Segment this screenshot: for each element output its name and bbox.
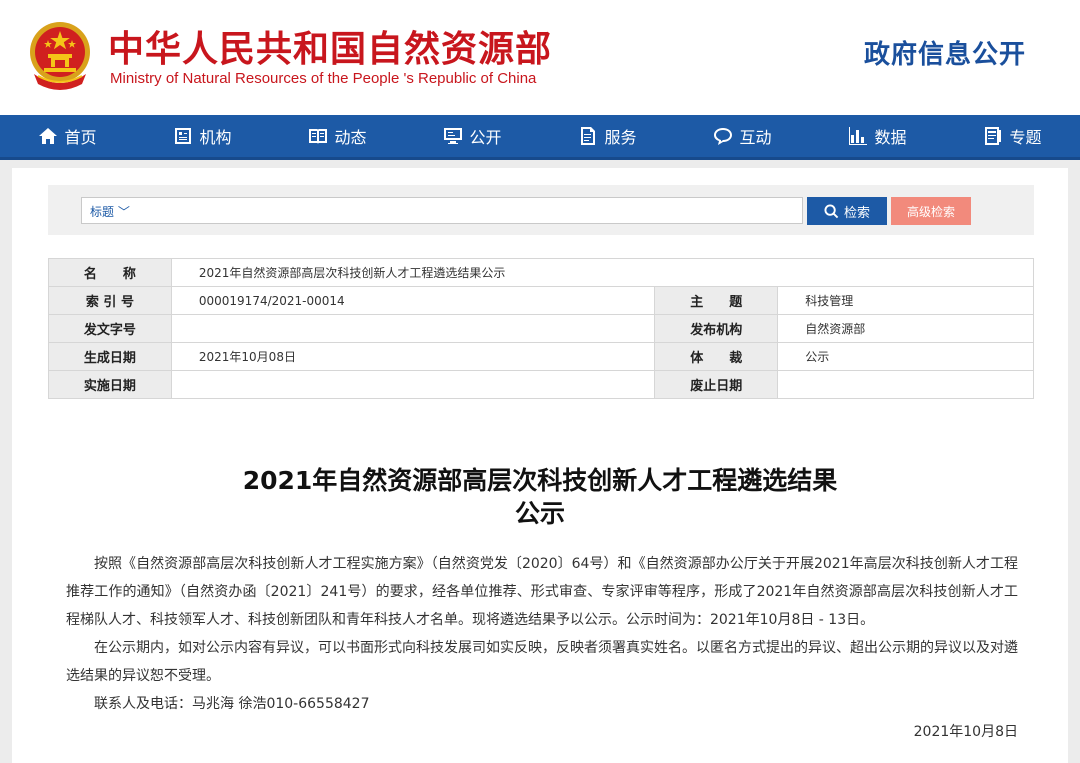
meta-label: 生成日期: [48, 342, 172, 371]
meta-label: 主 题: [654, 286, 779, 315]
table-row: 生成日期 2021年10月08日 体 裁 公示: [48, 342, 1034, 371]
nav-item-service[interactable]: 服务: [540, 115, 675, 157]
search-bar: 标题 ﹀ 检索 高级检索: [48, 185, 1034, 235]
article-title-line: 2021年自然资源部高层次科技创新人才工程遴选结果: [242, 466, 838, 495]
search-icon: [824, 203, 839, 218]
national-emblem-icon[interactable]: [24, 18, 96, 94]
meta-value: 科技管理: [777, 286, 1034, 315]
article-date: 2021年10月8日: [913, 724, 1018, 740]
meta-value: [170, 370, 656, 399]
nav-item-label: 公开: [469, 128, 502, 147]
nav-item-topic[interactable]: 专题: [945, 115, 1080, 157]
nav-item-institution[interactable]: 机构: [135, 115, 270, 157]
gov-info-disclosure-link[interactable]: 政府信息公开: [864, 34, 1026, 71]
main-nav: 首页 机构 动态 公开 服务 互动 数据 专题: [0, 115, 1080, 160]
meta-label: 发布机构: [654, 314, 779, 343]
article-paragraph: 在公示期内，如对公示内容有异议，可以书面形式向科技发展司如实反映，反映者须署真实…: [66, 640, 1018, 684]
search-input[interactable]: [138, 201, 788, 220]
search-button[interactable]: 检索: [807, 197, 887, 225]
meta-value: 公示: [777, 342, 1034, 371]
topic-icon: [985, 127, 1002, 145]
meta-label: 废止日期: [654, 370, 779, 399]
site-header: 中华人民共和国自然资源部 Ministry of Natural Resourc…: [0, 0, 1080, 115]
news-icon: [309, 129, 328, 144]
nav-item-news[interactable]: 动态: [270, 115, 405, 157]
nav-item-data[interactable]: 数据: [810, 115, 945, 157]
article-body: 按照《自然资源部高层次科技创新人才工程实施方案》（自然资党发〔2020〕64号）…: [66, 550, 1018, 718]
search-scope-dropdown[interactable]: 标题 ﹀: [90, 203, 130, 220]
nav-item-interaction[interactable]: 互动: [675, 115, 810, 157]
nav-item-label: 互动: [739, 128, 772, 147]
nav-item-label: 服务: [604, 128, 637, 147]
table-row: 索 引 号 000019174/2021-00014 主 题 科技管理: [48, 286, 1034, 315]
meta-value: 自然资源部: [777, 314, 1034, 343]
document-metadata-table: 名 称 2021年自然资源部高层次科技创新人才工程遴选结果公示 索 引 号 00…: [48, 258, 1035, 399]
site-title: 中华人民共和国自然资源部: [108, 29, 553, 70]
institution-icon: [175, 128, 192, 144]
article-title-line: 公示: [514, 499, 565, 528]
service-icon: [581, 127, 596, 145]
meta-label: 实施日期: [48, 370, 172, 399]
meta-value: [170, 314, 656, 343]
meta-label: 索 引 号: [48, 286, 172, 315]
article-title: 2021年自然资源部高层次科技创新人才工程遴选结果 公示: [12, 464, 1068, 530]
nav-item-label: 专题: [1009, 128, 1042, 147]
nav-item-disclosure[interactable]: 公开: [405, 115, 540, 157]
nav-item-label: 机构: [199, 128, 232, 147]
meta-label: 发文字号: [48, 314, 172, 343]
chevron-down-icon: ﹀: [117, 205, 130, 219]
meta-value: 2021年自然资源部高层次科技创新人才工程遴选结果公示: [170, 258, 1035, 287]
nav-item-label: 数据: [874, 128, 907, 147]
table-row: 名 称 2021年自然资源部高层次科技创新人才工程遴选结果公示: [48, 258, 1035, 287]
data-chart-icon: [849, 127, 868, 145]
disclosure-icon: [444, 128, 463, 144]
site-subtitle: Ministry of Natural Resources of the Peo…: [110, 70, 537, 87]
article-paragraph: 按照《自然资源部高层次科技创新人才工程实施方案》（自然资党发〔2020〕64号）…: [66, 556, 1018, 628]
content-panel: 标题 ﹀ 检索 高级检索 名 称 2021年自然资源部高层次科技创新人才工程遴选…: [12, 168, 1068, 763]
meta-value: 2021年10月08日: [170, 342, 656, 371]
search-button-label: 检索: [843, 205, 870, 221]
meta-value: 000019174/2021-00014: [170, 286, 656, 315]
home-icon: [39, 128, 58, 144]
meta-label: 体 裁: [654, 342, 779, 371]
table-row: 实施日期 废止日期: [48, 370, 1034, 399]
nav-item-home[interactable]: 首页: [0, 115, 135, 157]
search-field: 标题 ﹀: [81, 197, 803, 224]
chat-icon: [714, 128, 733, 145]
table-row: 发文字号 发布机构 自然资源部: [48, 314, 1034, 343]
advanced-search-button[interactable]: 高级检索: [891, 197, 971, 225]
nav-item-label: 首页: [64, 128, 97, 147]
nav-item-label: 动态: [334, 128, 367, 147]
meta-label: 名 称: [48, 258, 172, 287]
article-contact: 联系人及电话：马兆海 徐浩010-66558427: [94, 696, 370, 712]
meta-value: [777, 370, 1034, 399]
